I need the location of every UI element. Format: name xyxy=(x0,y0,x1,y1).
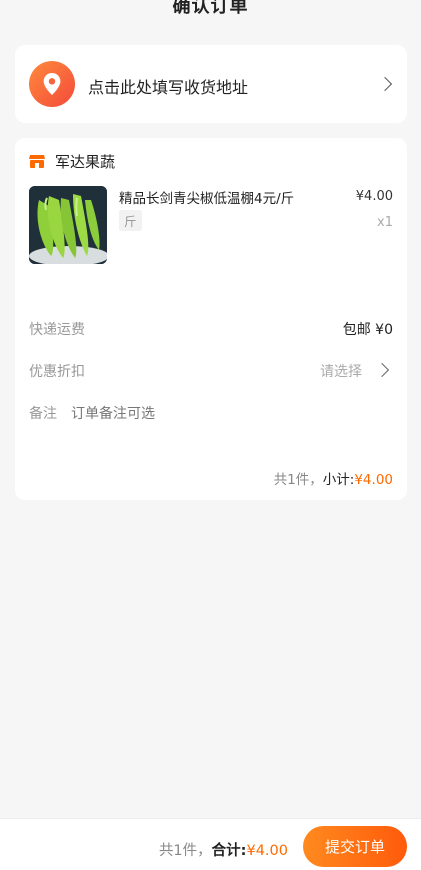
note-input[interactable]: 订单备注可选 xyxy=(71,403,155,423)
location-pin-icon xyxy=(29,61,75,107)
total-amount: ¥4.00 xyxy=(246,843,288,859)
note-label: 备注 xyxy=(29,406,57,422)
product-quantity: x1 xyxy=(377,215,393,230)
address-card[interactable]: 点击此处填写收货地址 xyxy=(15,45,407,123)
shop-name: 军达果蔬 xyxy=(55,152,116,171)
shipping-value: 包邮 ¥0 xyxy=(342,322,393,338)
subtotal-amount: ¥4.00 xyxy=(354,472,393,488)
product-name: 精品长剑青尖椒低温棚4元/斤 xyxy=(119,191,295,207)
product-unit-badge: 斤 xyxy=(119,210,142,231)
header-bar: 确认订单 xyxy=(0,0,421,30)
product-image[interactable] xyxy=(29,186,107,264)
page-title: 确认订单 xyxy=(172,0,249,17)
subtotal-label: 小计: xyxy=(322,472,355,488)
shop-header: 军达果蔬 xyxy=(29,150,115,172)
discount-label: 优惠折扣 xyxy=(29,364,85,380)
shipping-label: 快递运费 xyxy=(29,322,85,338)
checkout-footer: 共1件，合计:¥4.00 提交订单 xyxy=(0,818,421,870)
total-label: 合计: xyxy=(211,843,247,859)
total-summary: 共1件，合计:¥4.00 xyxy=(159,839,288,860)
total-count: 共1件， xyxy=(158,843,212,859)
chevron-right-icon[interactable] xyxy=(374,362,390,378)
store-icon xyxy=(29,155,45,168)
subtotal-count: 共1件， xyxy=(273,472,323,488)
subtotal: 共1件，小计:¥4.00 xyxy=(274,468,393,488)
submit-order-button[interactable]: 提交订单 xyxy=(303,826,407,867)
discount-select[interactable]: 请选择 xyxy=(320,361,362,381)
product-price: ¥4.00 xyxy=(355,189,393,204)
chevron-right-icon xyxy=(377,76,393,92)
address-prompt: 点击此处填写收货地址 xyxy=(88,78,249,97)
order-card: 军达果蔬 精品长剑青尖椒低温棚4元/斤 斤 ¥4.00 x1 快递运费 包邮 ¥… xyxy=(15,138,407,500)
